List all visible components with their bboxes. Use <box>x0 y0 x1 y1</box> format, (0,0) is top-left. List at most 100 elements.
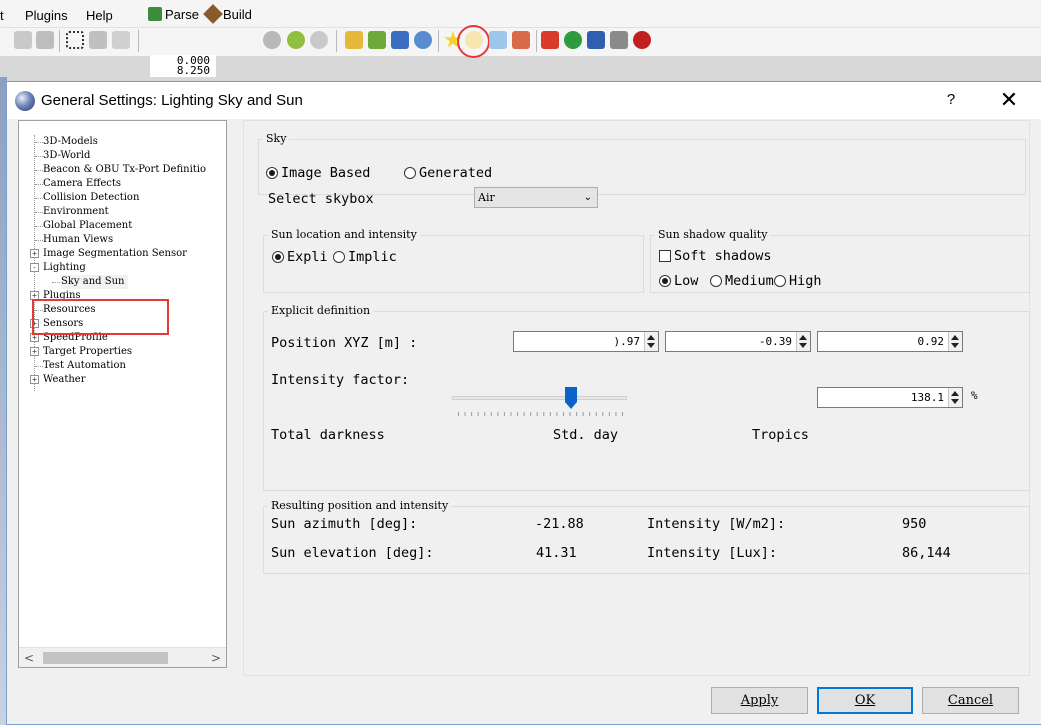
menu-item-help[interactable]: Help <box>86 8 113 23</box>
sky-group-label: Sky <box>263 132 290 145</box>
shield-icon[interactable] <box>564 31 582 49</box>
spin-buttons[interactable] <box>948 332 962 351</box>
highlight-circle <box>457 25 490 58</box>
build-button[interactable]: Build <box>203 4 252 24</box>
wrench-icon[interactable] <box>89 31 107 49</box>
tree-item[interactable]: Human Views <box>43 233 113 247</box>
generated-radio[interactable]: Generated <box>404 165 492 181</box>
settings-tree[interactable]: 3D-Models 3D-World Beacon & OBU Tx-Port De… <box>18 120 227 668</box>
tree-item[interactable]: Environment <box>43 205 109 219</box>
flag-icon[interactable] <box>541 31 559 49</box>
tree-connector <box>35 198 43 199</box>
tree-item-label: 3D-World <box>43 150 91 161</box>
scroll-right-arrow-icon[interactable]: > <box>208 650 224 666</box>
tree-item-label: Environment <box>43 206 109 217</box>
checkbox-indicator <box>659 250 671 262</box>
road-icon[interactable] <box>368 31 386 49</box>
spin-up-icon[interactable] <box>951 335 959 340</box>
position-x-spinbox[interactable]: ).97 <box>513 331 659 352</box>
position-y-spinbox[interactable]: -0.39 <box>665 331 811 352</box>
spin-buttons[interactable] <box>644 332 658 351</box>
tree-connector <box>35 226 43 227</box>
ruler-icon[interactable] <box>345 31 363 49</box>
grid-icon[interactable] <box>391 31 409 49</box>
implicit-radio[interactable]: Implic <box>333 249 397 265</box>
explicit-radio[interactable]: Expli <box>272 249 328 265</box>
weather-icon[interactable] <box>489 31 507 49</box>
tree-item[interactable]: Weather <box>43 373 86 387</box>
radio-indicator <box>333 251 345 263</box>
position-label: Position XYZ [m] : <box>271 335 418 351</box>
select-icon[interactable] <box>66 31 84 49</box>
tree-item[interactable]: Collision Detection <box>43 191 139 205</box>
spin-buttons[interactable] <box>948 388 962 407</box>
explicit-group-label: Explicit definition <box>268 304 374 317</box>
tree-item[interactable]: 3D-Models <box>43 135 98 149</box>
cancel-button[interactable]: Cancel <box>922 687 1019 714</box>
spin-buttons[interactable] <box>796 332 810 351</box>
save-icon[interactable] <box>610 31 628 49</box>
soft-shadows-checkbox[interactable]: Soft shadows <box>659 248 772 264</box>
chart-icon[interactable] <box>512 31 530 49</box>
paste-icon[interactable] <box>14 31 32 49</box>
expand-icon[interactable]: + <box>30 347 39 356</box>
spin-down-icon[interactable] <box>647 343 655 348</box>
tree-item[interactable]: Global Placement <box>43 219 132 233</box>
ok-button[interactable]: OK <box>817 687 913 714</box>
shadow-medium-radio[interactable]: Medium <box>710 273 774 289</box>
spin-up-icon[interactable] <box>647 335 655 340</box>
pencil-icon[interactable] <box>112 31 130 49</box>
explicit-label: Expli <box>287 249 328 265</box>
expand-icon[interactable]: + <box>30 375 39 384</box>
skybox-label: Select skybox <box>268 191 374 207</box>
bug-icon[interactable] <box>633 31 651 49</box>
copy-icon[interactable] <box>36 31 54 49</box>
readout-line-2: 8.250 <box>176 64 210 77</box>
tree-connector <box>35 240 43 241</box>
toolbar-separator <box>536 30 537 52</box>
tree-horizontal-scrollbar[interactable]: < > <box>19 647 226 667</box>
tree-item[interactable]: Image Segmentation Sensor <box>43 247 187 261</box>
truck-icon[interactable] <box>587 31 605 49</box>
scroll-left-arrow-icon[interactable]: < <box>21 650 37 666</box>
skybox-select[interactable]: Air ⌄ <box>474 187 598 208</box>
scale-right-label: Tropics <box>752 427 809 443</box>
toolbar-separator <box>438 30 439 52</box>
compass-icon[interactable] <box>414 31 432 49</box>
spin-up-icon[interactable] <box>951 391 959 396</box>
globe-icon[interactable] <box>287 31 305 49</box>
spin-down-icon[interactable] <box>951 399 959 404</box>
menu-item-plugins[interactable]: Plugins <box>25 8 68 23</box>
collapse-icon[interactable]: - <box>30 263 39 272</box>
close-button[interactable]: ✕ <box>997 89 1021 113</box>
shadow-low-radio[interactable]: Low <box>659 273 698 289</box>
sphere-icon[interactable] <box>310 31 328 49</box>
dialog-title: General Settings: Lighting Sky and Sun <box>41 92 303 109</box>
spin-down-icon[interactable] <box>951 343 959 348</box>
position-z-spinbox[interactable]: 0.92 <box>817 331 963 352</box>
parse-button[interactable]: Parse <box>148 4 199 24</box>
tree-item[interactable]: Camera Effects <box>43 177 121 191</box>
help-button[interactable]: ? <box>941 91 961 111</box>
intensity-slider-track[interactable] <box>452 396 627 400</box>
general-settings-dialog: General Settings: Lighting Sky and Sun ?… <box>6 81 1041 725</box>
tree-item[interactable]: 3D-World <box>43 149 90 163</box>
image-based-radio[interactable]: Image Based <box>266 165 370 181</box>
menu-item-edit[interactable]: t <box>0 8 4 23</box>
scroll-thumb[interactable] <box>43 652 168 664</box>
spin-up-icon[interactable] <box>799 335 807 340</box>
tree-item[interactable]: Sky and Sun <box>61 275 129 289</box>
medium-label: Medium <box>725 273 774 289</box>
intensity-spinbox[interactable]: 138.1 <box>817 387 963 408</box>
tree-item[interactable]: Lighting <box>43 261 86 275</box>
chevron-down-icon: ⌄ <box>583 192 592 203</box>
shadow-high-radio[interactable]: High <box>774 273 822 289</box>
tree-item[interactable]: Beacon & OBU Tx-Port Definitio <box>43 163 206 177</box>
spin-down-icon[interactable] <box>799 343 807 348</box>
tree-item[interactable]: Target Properties <box>43 345 132 359</box>
gear-icon[interactable] <box>263 31 281 49</box>
expand-icon[interactable]: + <box>30 249 39 258</box>
high-label: High <box>789 273 822 289</box>
apply-button[interactable]: Apply <box>711 687 808 714</box>
tree-item[interactable]: Test Automation <box>43 359 126 373</box>
